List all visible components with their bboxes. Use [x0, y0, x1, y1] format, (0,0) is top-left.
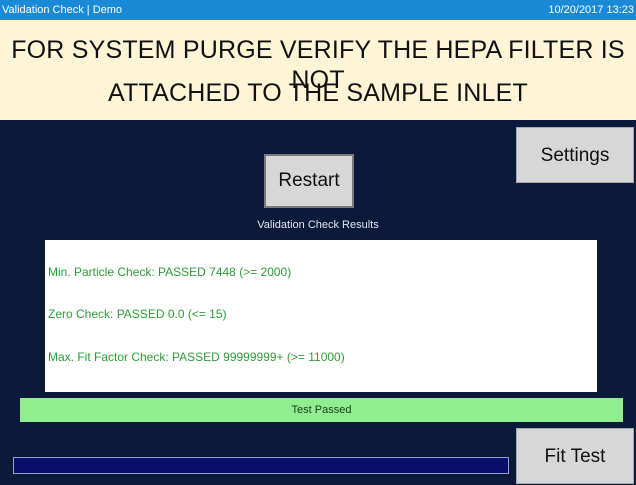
progress-bar: [13, 457, 509, 474]
result-max-fit-factor-check: Max. Fit Factor Check: PASSED 99999999+ …: [48, 350, 345, 364]
title-bar: Validation Check | Demo 10/20/2017 13:23: [0, 0, 636, 20]
banner-line-2: ATTACHED TO THE SAMPLE INLET: [107, 79, 529, 107]
restart-button[interactable]: Restart: [264, 154, 354, 208]
settings-button[interactable]: Settings: [516, 127, 634, 183]
window-title: Validation Check | Demo: [2, 4, 123, 16]
datetime-display: 10/20/2017 13:23: [548, 4, 634, 16]
results-list: Min. Particle Check: PASSED 7448 (>= 200…: [45, 240, 597, 392]
result-min-particle-check: Min. Particle Check: PASSED 7448 (>= 200…: [48, 265, 292, 279]
fit-test-button[interactable]: Fit Test: [516, 428, 634, 484]
instruction-banner: FOR SYSTEM PURGE VERIFY THE HEPA FILTER …: [0, 20, 636, 120]
results-caption: Validation Check Results: [257, 219, 379, 231]
result-zero-check: Zero Check: PASSED 0.0 (<= 15): [48, 307, 227, 321]
test-status-bar: Test Passed: [20, 398, 623, 422]
